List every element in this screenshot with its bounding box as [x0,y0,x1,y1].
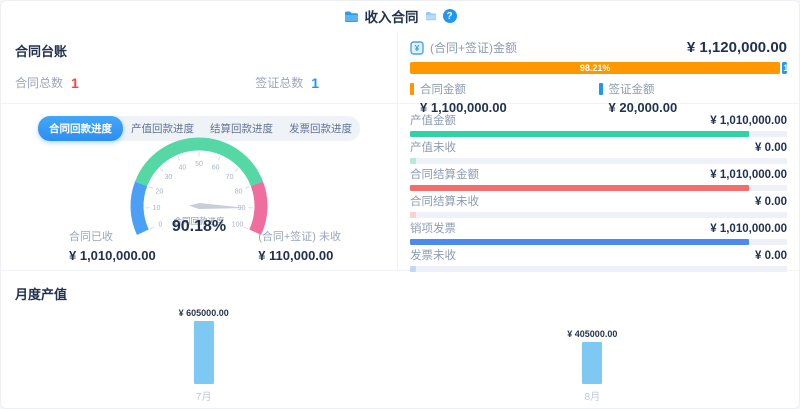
metric-track [410,239,787,245]
bar-group-july: ¥ 605000.00 7月 [179,308,229,384]
metric-value: ¥ 1,010,000.00 [710,223,787,236]
summary-head: ¥ (合同+签证)金额 ¥ 1,120,000.00 [410,39,787,56]
contract-received-stat: 合同已收 ¥ 1,010,000.00 [69,228,156,263]
bar-july [194,321,214,384]
svg-text:90: 90 [238,205,246,212]
legend-swatch-blue [599,83,603,95]
contract-total-value: 1 [71,75,79,91]
metric-track [410,212,787,218]
metric-row-invoice-unreceived: 发票未收 ¥ 0.00 [410,250,787,272]
svg-text:¥: ¥ [415,44,420,53]
summary-total: ¥ 1,120,000.00 [687,39,787,56]
help-icon[interactable]: ? [443,9,457,23]
visa-total: 签证总数 1 [255,74,319,91]
metric-row-settlement-amount: 合同结算金额 ¥ 1,010,000.00 [410,169,787,191]
svg-text:80: 80 [235,188,243,195]
metric-label: 产值未收 [410,142,456,155]
metric-row-output-invoice: 销项发票 ¥ 1,010,000.00 [410,223,787,245]
metric-fill [410,239,749,245]
bar-group-august: ¥ 405000.00 8月 [567,329,617,384]
svg-text:10: 10 [153,205,161,212]
legend-contract-label: 合同金额 [420,81,466,97]
metric-row-output-unreceived: 产值未收 ¥ 0.00 [410,142,787,164]
contract-received-label: 合同已收 [69,228,156,244]
unreceived-label: (合同+签证) 未收 [258,228,341,244]
summary-stacked-bar: 98.21% 1.79% [410,62,787,74]
metric-value: ¥ 1,010,000.00 [710,115,787,128]
unreceived-value: ¥ 110,000.00 [258,248,341,263]
folder-icon [344,10,359,23]
top-row: 合同台账 合同总数 1 签证总数 1 合同回款进度 产值回款进 [1,31,799,271]
metric-fill [410,212,416,218]
metric-value: ¥ 0.00 [755,196,787,209]
metric-fill [410,158,416,164]
metric-value: ¥ 0.00 [755,250,787,263]
monthly-output-section: 月度产值 ¥ 605000.00 7月 ¥ 405000.00 8月 [1,271,799,408]
svg-text:40: 40 [178,164,186,171]
gauge-stats: 合同已收 ¥ 1,010,000.00 (合同+签证) 未收 ¥ 110,000… [69,228,341,263]
bar-value: ¥ 605000.00 [179,308,229,318]
metric-label: 发票未收 [410,250,456,263]
unreceived-stat: (合同+签证) 未收 ¥ 110,000.00 [258,228,341,263]
amount-icon: ¥ [410,41,424,55]
metric-label: 销项发票 [410,223,456,236]
amount-summary-panel: ¥ (合同+签证)金额 ¥ 1,120,000.00 98.21% 1.79% … [398,31,799,270]
svg-text:20: 20 [155,188,163,195]
summary-section: ¥ (合同+签证)金额 ¥ 1,120,000.00 98.21% 1.79% … [398,31,799,104]
ledger-counts: 合同总数 1 签证总数 1 [15,74,383,91]
header: 收入合同 ? [1,1,799,31]
metric-value: ¥ 1,010,000.00 [710,169,787,182]
ledger-section: 合同台账 合同总数 1 签证总数 1 [1,31,397,104]
svg-text:50: 50 [195,161,203,168]
bar-value: ¥ 405000.00 [567,329,617,339]
metrics-section: 产值金额 ¥ 1,010,000.00 产值未收 ¥ 0.00 合同结算金额 [398,104,799,277]
visa-total-label: 签证总数 [255,74,303,91]
contract-received-value: ¥ 1,010,000.00 [69,248,156,263]
svg-text:70: 70 [226,174,234,181]
metric-value: ¥ 0.00 [755,142,787,155]
metric-row-settlement-unreceived: 合同结算未收 ¥ 0.00 [410,196,787,218]
metric-fill [410,185,749,191]
metric-track [410,131,787,137]
metric-fill [410,131,749,137]
contract-total-label: 合同总数 [15,74,63,91]
legend-visa-label: 签证金额 [609,81,655,97]
metric-track [410,185,787,191]
gauge-section: 合同回款进度 产值回款进度 结算回款进度 发票回款进度 010203040506… [1,104,397,270]
bar-august [582,342,602,384]
metric-label: 合同结算金额 [410,169,479,182]
folder-small-icon[interactable] [425,11,437,21]
contract-total: 合同总数 1 [15,74,79,91]
legend-swatch-orange [410,83,414,95]
ledger-title: 合同台账 [15,41,383,60]
metric-label: 产值金额 [410,115,456,128]
summary-bar-contract: 98.21% [410,62,780,74]
metric-row-output-amount: 产值金额 ¥ 1,010,000.00 [410,115,787,137]
visa-total-value: 1 [311,75,319,91]
summary-bar-visa: 1.79% [782,62,787,74]
bar-month-label: 7月 [196,388,212,403]
bar-month-label: 8月 [585,388,601,403]
contract-ledger-panel: 合同台账 合同总数 1 签证总数 1 合同回款进度 产值回款进 [1,31,398,270]
svg-text:30: 30 [165,174,173,181]
metric-track [410,158,787,164]
metric-label: 合同结算未收 [410,196,479,209]
page-title: 收入合同 [365,6,419,26]
monthly-output-title: 月度产值 [15,284,785,303]
summary-label: (合同+签证)金额 [430,39,517,56]
income-contract-dashboard: 收入合同 ? 合同台账 合同总数 1 签证总数 1 [0,0,800,409]
svg-text:60: 60 [212,164,220,171]
